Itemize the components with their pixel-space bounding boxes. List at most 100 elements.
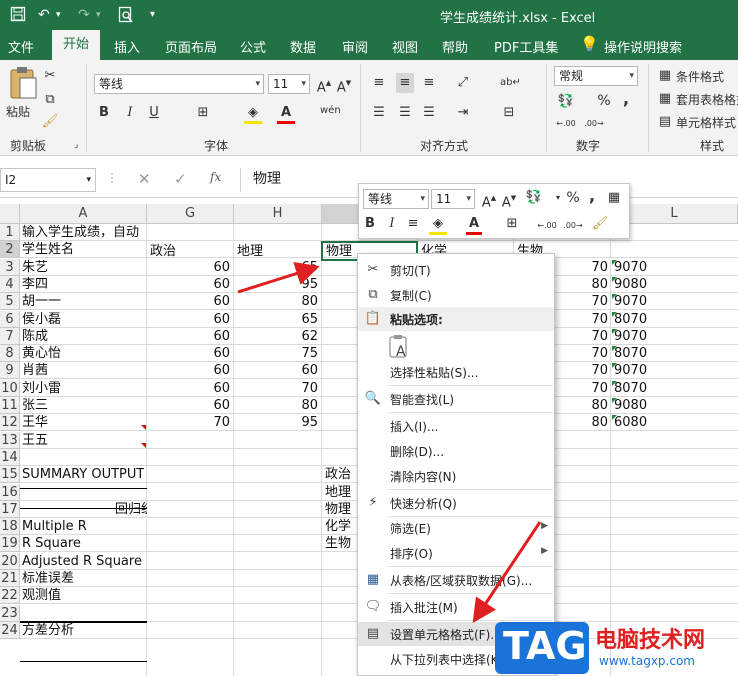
conditional-format-button[interactable]: 条件格式 [676,68,724,85]
cell-g9[interactable]: 60 [150,362,230,379]
cell-h8[interactable]: 75 [237,345,318,362]
paste-keep-format-icon[interactable]: A [388,334,414,360]
mini-decrease-decimal-icon[interactable]: .00→ [563,216,583,236]
row-header-7[interactable]: 7 [0,328,20,345]
tab-review[interactable]: 审阅 [342,37,368,56]
cell-h11[interactable]: 80 [237,397,318,414]
tab-view[interactable]: 视图 [392,37,418,56]
mini-font-color-icon[interactable]: A [467,214,481,234]
decrease-font-icon[interactable]: A▾ [336,73,352,95]
cell-a24[interactable]: 方差分析 [22,622,74,639]
customize-qat-button[interactable]: ▾ [150,6,155,24]
row-header-15[interactable]: 15 [0,466,20,483]
mini-comma-button[interactable]: , [587,186,597,206]
cell-a10[interactable]: 刘小雷 [22,380,61,397]
format-as-table-button[interactable]: 套用表格格式 [676,91,738,108]
cell-a11[interactable]: 张三 [22,397,48,414]
orientation-icon[interactable]: ⤢ [454,73,472,93]
cell-l12[interactable]: 6080 [614,414,647,431]
cell-g3[interactable]: 60 [150,259,230,276]
tab-data[interactable]: 数据 [290,37,316,56]
cell-a12[interactable]: 王华 [22,414,48,431]
fill-color-icon[interactable]: ◈ [244,103,262,123]
cell-a5[interactable]: 胡一一 [22,293,61,310]
cell-k9[interactable]: 70 [560,362,608,379]
mini-italic-button[interactable]: I [385,214,399,234]
decrease-decimal-icon[interactable]: .00→ [584,114,604,134]
chevron-down-icon[interactable]: ▾ [56,6,61,24]
align-right-icon[interactable]: ☰ [420,103,438,123]
cell-l9[interactable]: 9070 [614,362,647,379]
menu-item-filter[interactable]: 筛选(E) ▶ [358,516,554,540]
copy-icon[interactable]: ⧉ [40,90,60,110]
row-header-20[interactable]: 20 [0,553,20,570]
chevron-down-icon[interactable]: ▾ [96,6,101,24]
cell-l7[interactable]: 9070 [614,328,647,345]
cell-g4[interactable]: 60 [150,276,230,293]
column-header-g[interactable]: G [147,204,234,224]
cell-l8[interactable]: 8070 [614,345,647,362]
cell-g8[interactable]: 60 [150,345,230,362]
cell-g5[interactable]: 60 [150,293,230,310]
mini-bold-button[interactable]: B [363,214,377,234]
row-header-22[interactable]: 22 [0,587,20,604]
mini-align-icon[interactable]: ≡ [405,214,421,234]
cell-g6[interactable]: 60 [150,311,230,328]
row-header-24[interactable]: 24 [0,622,20,639]
menu-item-copy[interactable]: ⧉ 复制(C) [358,283,554,307]
mini-borders-icon[interactable]: ⊞ [503,214,521,234]
mini-size-combo[interactable]: 11 ▾ [431,189,475,209]
print-preview-icon[interactable] [118,6,134,24]
cell-g11[interactable]: 60 [150,397,230,414]
paste-button-label[interactable]: 粘贴 [6,103,30,120]
mini-font-combo[interactable]: 等线 ▾ [363,189,429,209]
dialog-launcher-icon[interactable]: ⌟ [74,140,78,150]
row-header-9[interactable]: 9 [0,362,20,379]
row-header-23[interactable]: 23 [0,605,20,622]
increase-decimal-icon[interactable]: ←.00 [556,114,576,134]
mini-currency-icon[interactable]: 💱 [525,188,543,208]
cell-k6[interactable]: 70 [560,311,608,328]
cell-k11[interactable]: 80 [560,397,608,414]
cell-k8[interactable]: 70 [560,345,608,362]
cell-a22[interactable]: 观测值 [22,587,61,604]
cell-styles-button[interactable]: 单元格样式 [676,114,736,131]
conditional-format-icon[interactable]: ▦ [656,66,674,86]
font-size-combo[interactable]: 11 ▾ [268,74,310,94]
menu-item-insert-comment[interactable]: 🗨 插入批注(M) [358,595,554,619]
font-name-combo[interactable]: 等线 ▾ [94,74,264,94]
cell-a6[interactable]: 侯小磊 [22,311,61,328]
cell-h6[interactable]: 65 [237,311,318,328]
redo-icon[interactable]: ↷ [78,6,90,24]
row-header-3[interactable]: 3 [0,259,20,276]
name-box[interactable]: I2 ▾ [0,168,96,192]
cell-i16[interactable]: 地理 [325,484,351,501]
column-header-l[interactable]: L [611,204,738,224]
undo-icon[interactable]: ↶ [38,6,50,24]
cell-h4[interactable]: 95 [237,276,318,293]
cell-a9[interactable]: 肖茜 [22,362,48,379]
cell-g2[interactable]: 政治 [150,243,176,260]
cell-i19[interactable]: 生物 [325,535,351,552]
indent-icon[interactable]: ⇥ [454,103,472,123]
number-format-combo[interactable]: 常规 ▾ [554,66,638,86]
cell-g10[interactable]: 60 [150,380,230,397]
row-header-6[interactable]: 6 [0,311,20,328]
enter-icon[interactable]: ✓ [174,170,187,188]
paste-icon[interactable] [8,66,38,102]
menu-item-paste-special[interactable]: 选择性粘贴(S)... [358,360,554,384]
mini-format-table-icon[interactable]: ▦ [605,188,623,208]
mini-format-painter-icon[interactable]: 🖌 [591,214,609,234]
cell-l5[interactable]: 9070 [614,293,647,310]
menu-item-quick-analysis[interactable]: ⚡ 快速分析(Q) [358,491,554,515]
menu-item-get-data[interactable]: ▦ 从表格/区域获取数据(G)... [358,568,554,592]
mini-decrease-font-icon[interactable]: A▾ [501,188,517,210]
row-header-11[interactable]: 11 [0,397,20,414]
tab-formulas[interactable]: 公式 [240,37,266,56]
align-left-icon[interactable]: ☰ [370,103,388,123]
row-header-17[interactable]: 17 [0,501,20,518]
cell-i17[interactable]: 物理 [325,501,351,518]
phonetic-icon[interactable]: wén [320,101,341,121]
column-header-a[interactable]: A [20,204,147,224]
cell-k3[interactable]: 70 [560,259,608,276]
